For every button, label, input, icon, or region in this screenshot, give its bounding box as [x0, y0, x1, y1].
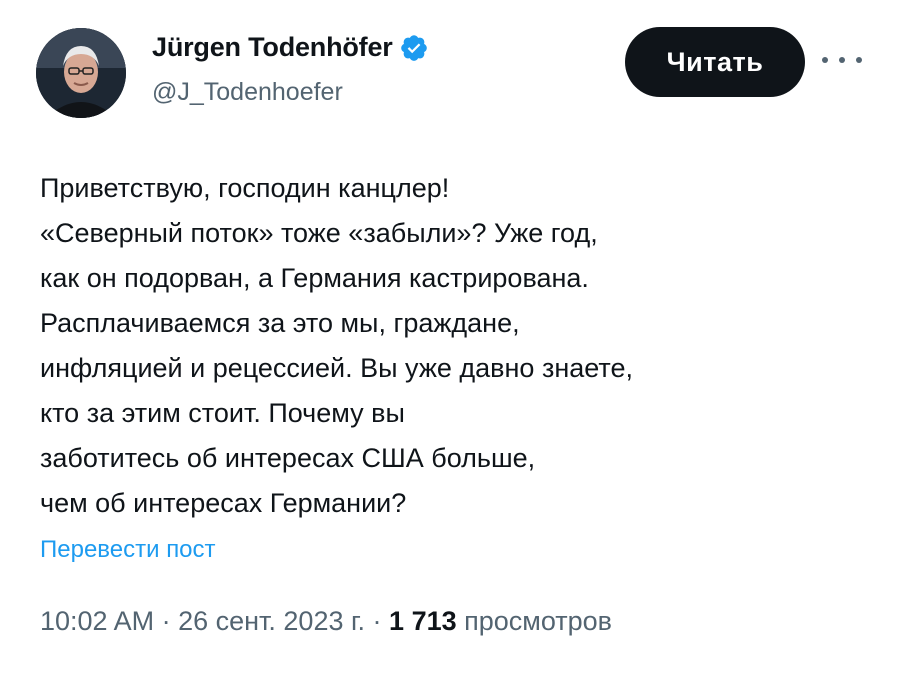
tweet-time[interactable]: 10:02 AM	[40, 606, 154, 636]
dot	[839, 57, 845, 63]
meta-separator: ·	[365, 606, 390, 636]
dot	[856, 57, 862, 63]
tweet-line: Приветствую, господин канцлер!	[40, 173, 450, 203]
tweet-line: инфляцией и рецессией. Вы уже давно знае…	[40, 353, 633, 383]
tweet-line: кто за этим стоит. Почему вы	[40, 398, 405, 428]
tweet-line: «Северный поток» тоже «забыли»? Уже год,	[40, 218, 598, 248]
views-label: просмотров	[464, 606, 613, 636]
tweet-date[interactable]: 26 сент. 2023 г.	[178, 606, 365, 636]
author-handle[interactable]: @J_Todenhoefer	[152, 78, 343, 107]
avatar[interactable]	[36, 28, 126, 118]
tweet-line: чем об интересах Германии?	[40, 488, 407, 518]
follow-button[interactable]: Читать	[625, 27, 805, 97]
more-horizontal-icon[interactable]	[822, 48, 862, 72]
verified-badge-icon[interactable]	[399, 33, 429, 63]
author-name-row: Jürgen Todenhöfer	[152, 32, 429, 63]
meta-separator: ·	[154, 606, 179, 636]
tweet-line: Расплачиваемся за это мы, граждане,	[40, 308, 520, 338]
views-count: 1 713	[389, 606, 457, 636]
dot	[822, 57, 828, 63]
translate-post-link[interactable]: Перевести пост	[40, 536, 216, 564]
tweet-text: Приветствую, господин канцлер! «Северный…	[40, 166, 800, 526]
tweet-line: заботитесь об интересах США больше,	[40, 443, 536, 473]
author-display-name[interactable]: Jürgen Todenhöfer	[152, 32, 393, 63]
tweet-line: как он подорван, а Германия кастрирована…	[40, 263, 589, 293]
profile-photo-icon	[36, 28, 126, 118]
tweet-meta: 10:02 AM · 26 сент. 2023 г. · 1 713 прос…	[40, 606, 612, 637]
